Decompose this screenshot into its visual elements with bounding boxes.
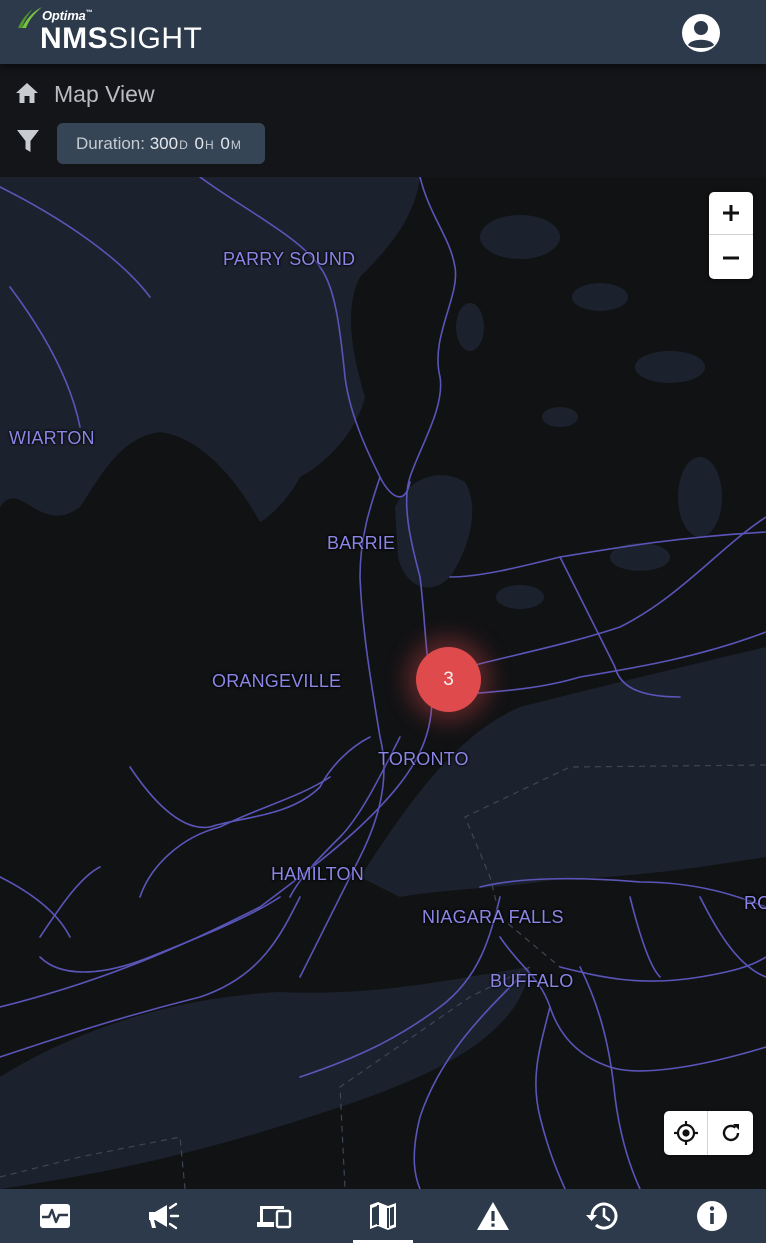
logo-product: NMSSIGHT: [40, 22, 203, 55]
city-label: RO: [744, 893, 766, 913]
app-logo[interactable]: Optima™ NMSSIGHT: [18, 4, 202, 56]
city-label: ORANGEVILLE: [212, 671, 342, 691]
info-icon: [697, 1201, 727, 1231]
duration-label: Duration:: [76, 134, 145, 153]
minus-icon: [723, 256, 739, 259]
zoom-out-button[interactable]: [709, 236, 753, 279]
map-canvas[interactable]: PARRY SOUND WIARTON BARRIE ORANGEVILLE T…: [0, 177, 766, 1189]
crosshair-icon: [673, 1121, 698, 1145]
city-label: TORONTO: [378, 749, 469, 769]
home-icon[interactable]: [14, 80, 40, 106]
account-circle-icon[interactable]: [680, 13, 722, 53]
city-label: BUFFALO: [490, 971, 574, 991]
zoom-in-button[interactable]: [709, 192, 753, 235]
history-icon: [586, 1202, 618, 1230]
city-label: HAMILTON: [271, 864, 364, 884]
plus-icon: [723, 205, 739, 221]
logo-brand: Optima™: [42, 8, 93, 23]
nav-item-map[interactable]: [353, 1189, 413, 1243]
bottom-navigation: [0, 1189, 766, 1243]
duration-filter-chip[interactable]: Duration: 300D 0H 0M: [57, 123, 265, 164]
duration-hours: 0: [194, 134, 204, 153]
map-base-layer: [0, 177, 766, 1189]
city-label: BARRIE: [327, 533, 396, 553]
city-label: NIAGARA FALLS: [422, 907, 564, 927]
top-app-bar: Optima™ NMSSIGHT: [0, 0, 766, 64]
nav-item-devices[interactable]: [244, 1189, 304, 1243]
zoom-controls: [709, 192, 753, 279]
warning-icon: [477, 1202, 509, 1230]
locate-button[interactable]: [664, 1111, 708, 1155]
nav-item-alarms[interactable]: [463, 1189, 523, 1243]
megaphone-icon: [149, 1202, 180, 1230]
map-action-controls: [664, 1111, 753, 1155]
filter-icon[interactable]: [16, 128, 40, 154]
activity-pulse-icon: [40, 1204, 70, 1228]
page-title: Map View: [54, 81, 155, 107]
duration-minutes: 0: [220, 134, 230, 153]
duration-days: 300: [149, 134, 179, 153]
refresh-icon: [722, 1124, 740, 1142]
nav-item-health[interactable]: [25, 1189, 85, 1243]
city-label: WIARTON: [9, 428, 95, 448]
city-label: PARRY SOUND: [223, 249, 356, 269]
nav-item-info[interactable]: [682, 1189, 742, 1243]
devices-icon: [257, 1206, 292, 1229]
map-icon: [370, 1202, 396, 1230]
refresh-button[interactable]: [709, 1111, 753, 1155]
nav-item-history[interactable]: [572, 1189, 632, 1243]
nav-item-announcements[interactable]: [134, 1189, 194, 1243]
device-cluster-marker[interactable]: 3: [416, 647, 481, 712]
